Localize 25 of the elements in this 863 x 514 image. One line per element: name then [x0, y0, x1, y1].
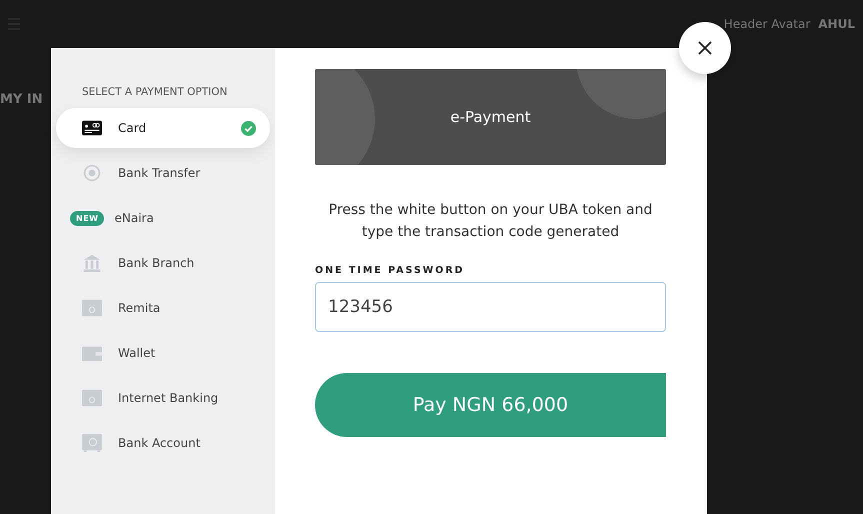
payment-option[interactable]: Remita: [56, 288, 270, 328]
otp-label: ONE TIME PASSWORD: [315, 265, 466, 276]
user-name: AHUL: [818, 17, 855, 31]
otp-input-field[interactable]: 123456: [315, 282, 666, 332]
new-badge: NEW: [70, 210, 104, 226]
screen-icon: [82, 299, 102, 317]
payment-option[interactable]: Wallet: [56, 333, 270, 373]
wallet-icon: [82, 344, 102, 362]
screen-icon: [82, 389, 102, 407]
section-title: MY IN: [0, 92, 43, 107]
payment-option[interactable]: Card: [56, 108, 270, 148]
payment-option[interactable]: Bank Transfer: [56, 153, 270, 193]
card-icon: [82, 119, 102, 137]
bank-icon: [82, 254, 102, 272]
safe-icon: [82, 434, 102, 452]
close-icon: [698, 41, 712, 55]
payment-option[interactable]: NEW eNaira: [56, 198, 270, 238]
payment-option[interactable]: Bank Branch: [56, 243, 270, 283]
instructions-text: Press the white button on your UBA token and type the transaction code generated: [328, 201, 654, 242]
header-avatar-text: Header Avatar: [724, 17, 810, 31]
payment-option[interactable]: Bank Account: [56, 423, 270, 463]
check-icon: [241, 120, 256, 136]
sidebar-title: SELECT A PAYMENT OPTION: [82, 86, 228, 98]
banner-title: e-Payment: [450, 108, 531, 126]
payment-option[interactable]: Internet Banking: [56, 378, 270, 418]
